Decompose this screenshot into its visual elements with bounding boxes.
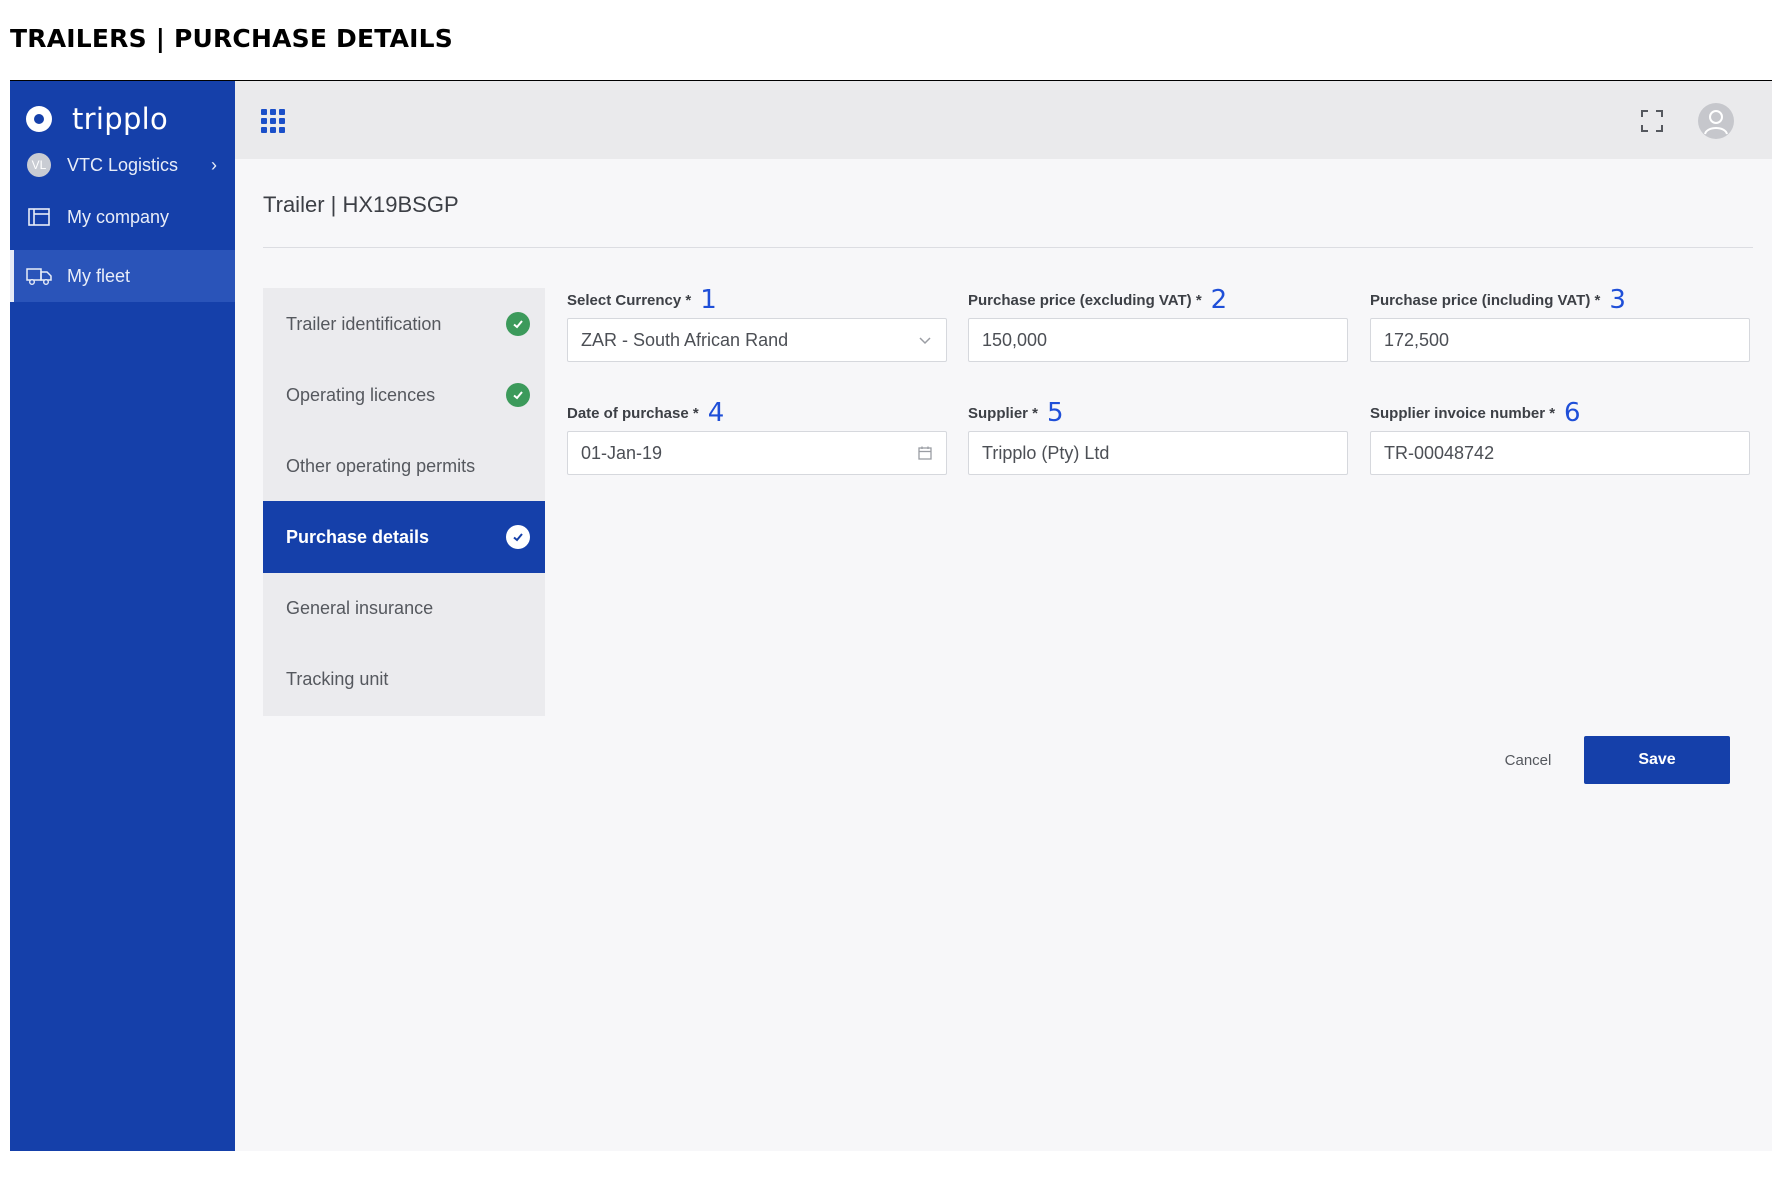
- sidebar-item-my-fleet[interactable]: My fleet: [10, 250, 235, 302]
- app-window: tripplo VL VTC Logistics › My company My…: [10, 81, 1772, 1151]
- brand-name: tripplo: [72, 102, 169, 136]
- annotation-marker: 6: [1564, 398, 1581, 428]
- top-bar: [235, 81, 1772, 159]
- save-button[interactable]: Save: [1584, 736, 1730, 784]
- supplier-input[interactable]: Tripplo (Pty) Ltd: [968, 431, 1348, 475]
- company-avatar: VL: [26, 153, 52, 177]
- sidebar: tripplo VL VTC Logistics › My company My…: [10, 81, 235, 1151]
- step-purchase-details[interactable]: Purchase details: [263, 501, 545, 573]
- step-general-insurance[interactable]: General insurance: [263, 572, 545, 644]
- step-tracking-unit[interactable]: Tracking unit: [263, 643, 545, 715]
- supplier-invoice-input[interactable]: TR-00048742: [1370, 431, 1750, 475]
- step-label: Other operating permits: [286, 455, 476, 476]
- calendar-icon[interactable]: [916, 444, 934, 462]
- check-circle-icon: [506, 383, 530, 407]
- price-excl-vat-input[interactable]: 150,000: [968, 318, 1348, 362]
- sidebar-item-my-company[interactable]: My company: [10, 191, 235, 243]
- chevron-right-icon: ›: [211, 154, 217, 175]
- step-label: Purchase details: [286, 526, 430, 547]
- company-name: VTC Logistics: [67, 154, 179, 175]
- currency-label: Select Currency * 1: [567, 285, 717, 315]
- user-avatar-icon[interactable]: [1698, 103, 1734, 139]
- step-trailer-identification[interactable]: Trailer identification: [263, 288, 545, 360]
- annotation-marker: 2: [1210, 285, 1228, 315]
- step-label: Tracking unit: [286, 668, 389, 689]
- price-incl-label: Purchase price (including VAT) * 3: [1370, 285, 1626, 315]
- annotation-marker: 3: [1609, 285, 1626, 315]
- check-circle-icon: [506, 525, 530, 549]
- step-other-operating-permits[interactable]: Other operating permits: [263, 430, 545, 502]
- company-switcher[interactable]: VL VTC Logistics ›: [10, 139, 235, 191]
- apps-grid-icon[interactable]: [261, 109, 285, 133]
- cancel-button[interactable]: Cancel: [1478, 745, 1578, 775]
- sidebar-item-label: My company: [67, 206, 170, 227]
- supplier-label: Supplier * 5: [968, 398, 1064, 428]
- price-incl-vat-input[interactable]: 172,500: [1370, 318, 1750, 362]
- purchase-date-input[interactable]: 01-Jan-19: [567, 431, 947, 475]
- header-divider: [263, 247, 1753, 248]
- company-icon: [26, 205, 52, 229]
- invoice-label: Supplier invoice number * 6: [1370, 398, 1581, 428]
- truck-icon: [26, 264, 52, 288]
- annotation-marker: 4: [707, 398, 725, 428]
- date-label: Date of purchase * 4: [567, 398, 725, 428]
- annotation-marker: 1: [700, 285, 717, 315]
- brand[interactable]: tripplo: [26, 99, 168, 139]
- fullscreen-icon[interactable]: [1640, 109, 1664, 133]
- step-label: Operating licences: [286, 384, 436, 405]
- steps-panel: Trailer identification Operating licence…: [263, 288, 545, 716]
- step-label: Trailer identification: [286, 313, 442, 334]
- step-label: General insurance: [286, 597, 434, 618]
- price-excl-label: Purchase price (excluding VAT) * 2: [968, 285, 1228, 315]
- page-title: Trailer | HX19BSGP: [263, 192, 459, 217]
- check-circle-icon: [506, 312, 530, 336]
- document-title: TRAILERS | PURCHASE DETAILS: [10, 24, 453, 53]
- tripplo-logo-icon: [26, 106, 52, 132]
- step-operating-licences[interactable]: Operating licences: [263, 359, 545, 431]
- annotation-marker: 5: [1047, 398, 1064, 428]
- currency-select[interactable]: ZAR - South African Rand: [567, 318, 947, 362]
- sidebar-item-label: My fleet: [67, 265, 131, 286]
- chevron-down-icon: [916, 331, 934, 349]
